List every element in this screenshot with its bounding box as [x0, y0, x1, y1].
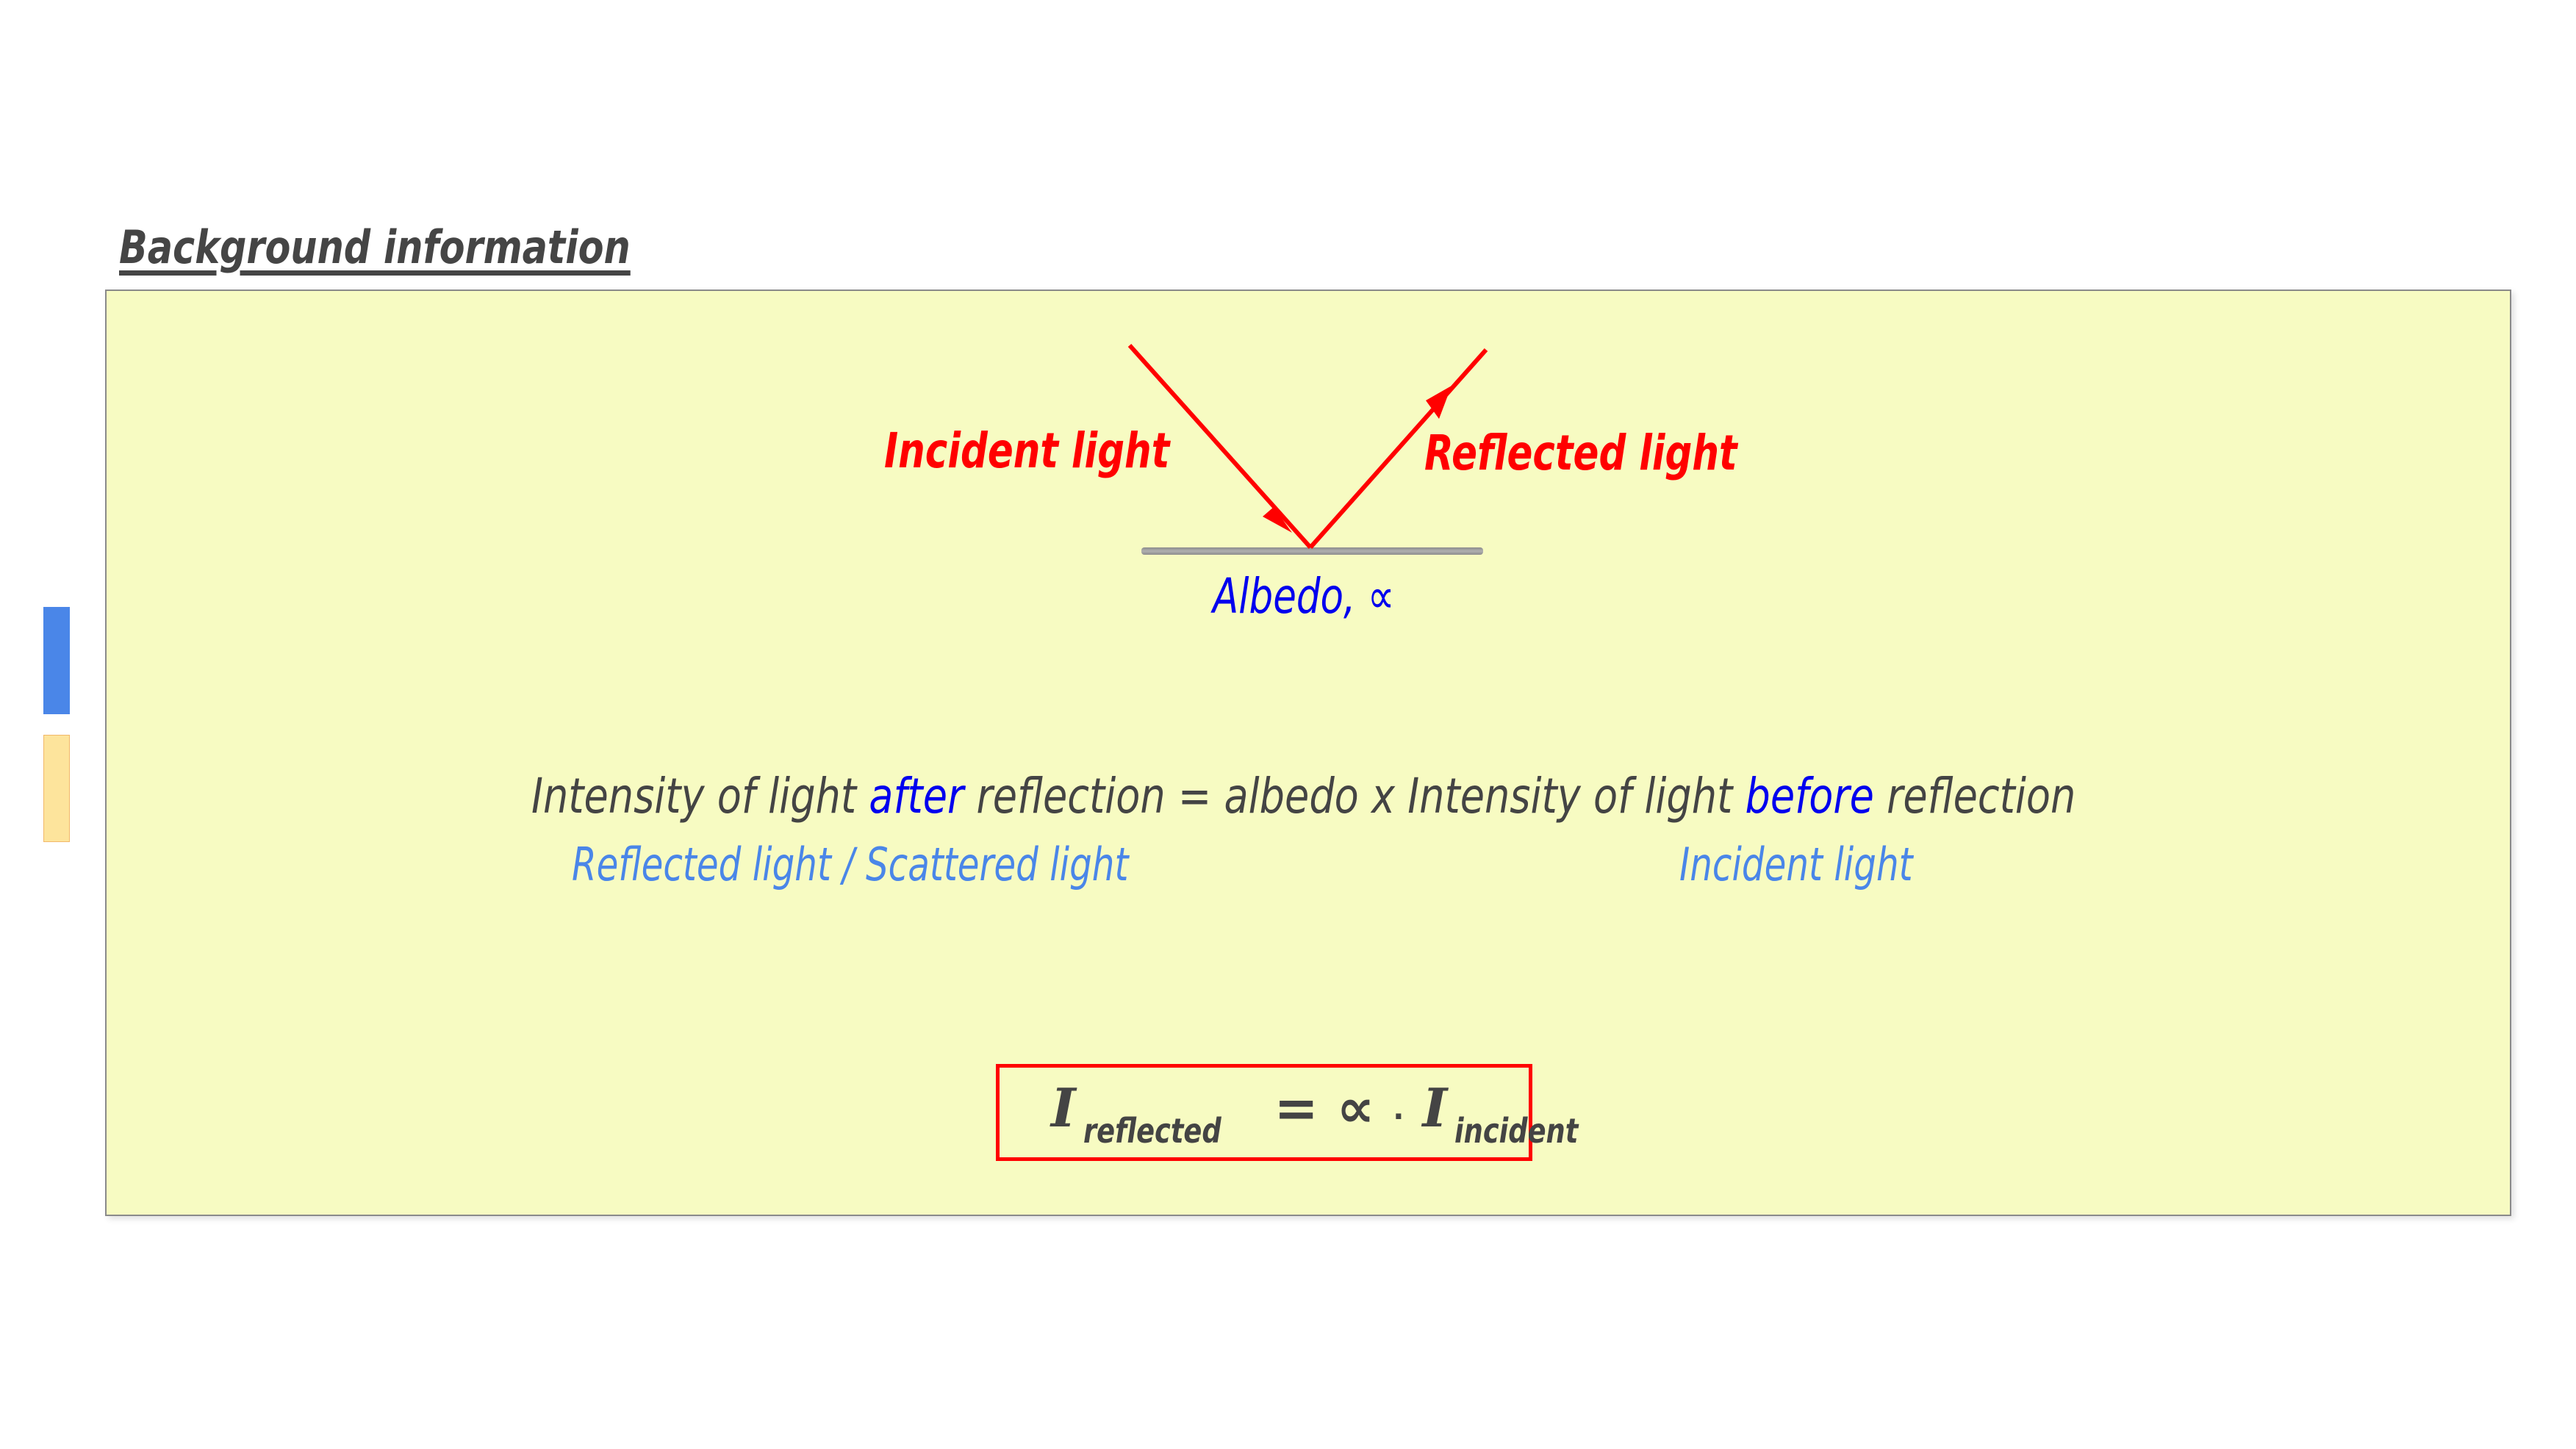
formula: Ireflected = ∝ · Iincident [1051, 1076, 1610, 1151]
albedo-label: Albedo, ∝ [1213, 568, 1395, 625]
side-tab-yellow[interactable] [43, 735, 70, 842]
word-equation-part1: Intensity of light [531, 768, 869, 824]
formula-dot: · [1393, 1100, 1404, 1134]
annotation-incident: Incident light [1679, 838, 1913, 891]
word-after: after [869, 768, 964, 824]
annotation-reflected-scattered: Reflected light / Scattered light [572, 838, 1129, 891]
word-equation: Intensity of light after reflection = al… [531, 768, 2075, 824]
incident-light-label: Incident light [884, 423, 1170, 479]
formula-rhs-symbol: I [1422, 1076, 1448, 1139]
reflected-light-label: Reflected light [1424, 425, 1737, 481]
formula-equals: = [1274, 1077, 1319, 1139]
word-before: before [1745, 768, 1874, 824]
section-heading: Background information [119, 220, 631, 274]
side-tab-blue[interactable] [43, 607, 70, 714]
word-equation-part3: reflection [1873, 768, 2076, 824]
formula-rhs-subscript: incident [1454, 1111, 1579, 1151]
word-equation-part2: reflection = albedo x Intensity of light [964, 768, 1746, 824]
formula-lhs-symbol: I [1051, 1076, 1076, 1139]
formula-albedo-symbol: ∝ [1336, 1077, 1375, 1139]
formula-lhs-subscript: reflected [1083, 1111, 1221, 1151]
